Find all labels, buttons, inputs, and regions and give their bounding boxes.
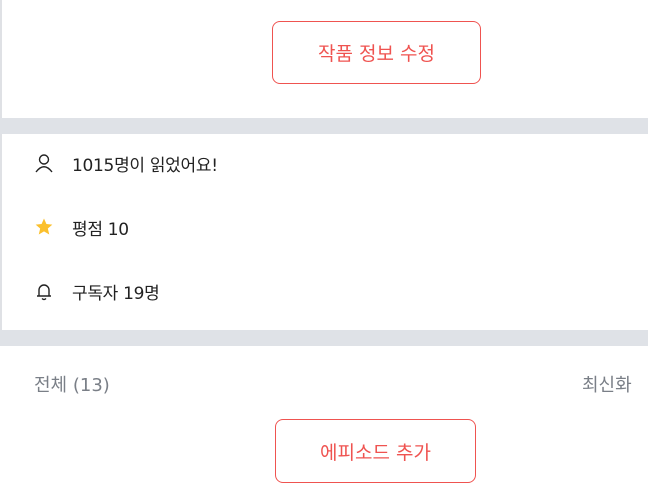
section-divider-bottom: [0, 330, 648, 346]
subscribers-stat: 구독자 19명: [34, 279, 160, 304]
readers-stat: 1015명이 읽었어요!: [34, 151, 218, 176]
add-episode-button[interactable]: 에피소드 추가: [275, 419, 476, 483]
episode-list-header: 전체 (13) 최신화: [34, 369, 648, 397]
episode-count-label: 전체 (13): [34, 375, 110, 396]
edit-work-info-button[interactable]: 작품 정보 수정: [272, 21, 481, 84]
star-icon: [34, 217, 54, 237]
subscribers-text: 구독자 19명: [72, 283, 160, 304]
left-edge-rule-top: [0, 0, 2, 118]
readers-count-text: 1015명이 읽었어요!: [72, 155, 218, 176]
sort-latest-button[interactable]: 최신화: [582, 371, 632, 397]
left-edge-rule-middle: [0, 134, 2, 330]
bell-icon: [34, 281, 54, 301]
section-divider-top: [0, 118, 648, 134]
rating-text: 평점 10: [72, 219, 129, 240]
rating-stat: 평점 10: [34, 215, 129, 240]
person-icon: [34, 153, 54, 173]
